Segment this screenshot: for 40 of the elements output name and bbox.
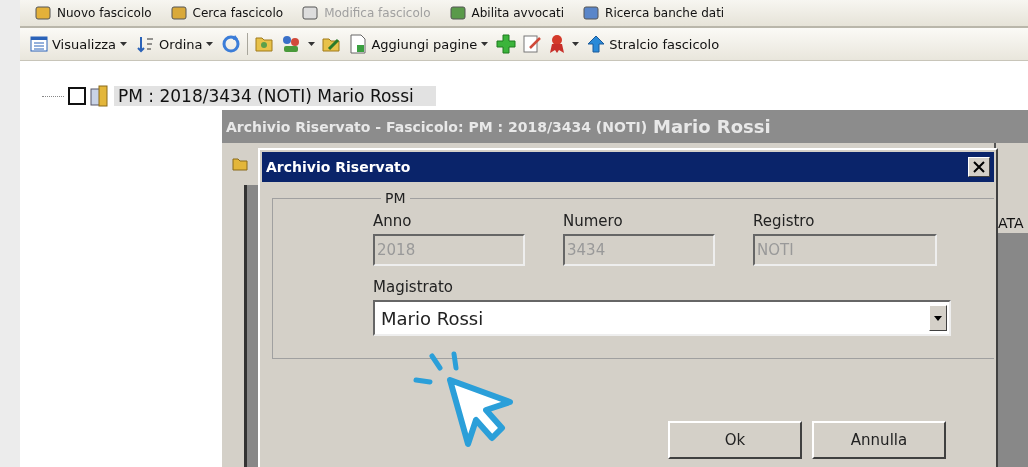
toolbar-button[interactable]: Cerca fascicolo	[169, 4, 284, 22]
toolbar-button[interactable]: Ricerca banche dati	[582, 4, 725, 22]
group-label: PM	[384, 190, 407, 206]
dialog-button[interactable]: Annulla	[812, 421, 946, 459]
field-label: Anno	[373, 212, 413, 230]
close-button[interactable]	[968, 157, 990, 177]
field-label: Registro	[753, 212, 816, 230]
window-title: Archivio Riservato - Fascicolo: PM : 2018/3434 (NOTI)	[226, 118, 648, 135]
list-icon	[30, 35, 48, 53]
caret-icon	[120, 42, 128, 46]
caret-icon	[934, 315, 942, 321]
field-label: Numero	[563, 212, 624, 230]
arrow-up-icon	[587, 35, 606, 53]
toolbar-button[interactable]: Stralcio fascicolo	[585, 35, 722, 53]
field-label: Magistrato	[373, 278, 454, 296]
caret-icon	[481, 42, 489, 46]
toolbar-button[interactable]: Abilita avvocati	[448, 4, 565, 22]
plus-icon[interactable]	[496, 34, 517, 54]
sort-icon	[137, 35, 156, 53]
dropdown-button[interactable]	[929, 305, 947, 331]
refresh-icon[interactable]	[221, 34, 242, 54]
dialog-button[interactable]: Ok	[668, 421, 802, 459]
window-title-name: Mario Rossi	[653, 116, 771, 137]
toolbar-dropdown[interactable]: Ordina	[135, 35, 216, 53]
caret-icon	[206, 42, 214, 46]
toolbar-dropdown[interactable]: Visualizza	[28, 35, 130, 53]
ribbon-person-icon[interactable]	[548, 34, 567, 54]
toolbar-dropdown[interactable]: Aggiungi pagine	[347, 34, 491, 54]
add-page-icon	[349, 34, 368, 54]
notepad-edit-icon[interactable]	[522, 34, 543, 54]
close-icon	[973, 161, 985, 173]
caret-icon	[572, 42, 580, 46]
locked-folder-icon	[90, 85, 110, 107]
tree-item[interactable]: PM : 2018/3434 (NOTI) Mario Rossi	[114, 86, 436, 106]
dialog-title: Archivio Riservato	[266, 159, 411, 175]
dropdown-field[interactable]: Mario Rossi	[373, 300, 951, 336]
checkbox[interactable]	[68, 87, 86, 105]
folder-map-icon[interactable]	[254, 34, 275, 54]
toolbar-button[interactable]: Nuovo fascicolo	[34, 4, 152, 22]
caret-icon	[308, 42, 316, 46]
